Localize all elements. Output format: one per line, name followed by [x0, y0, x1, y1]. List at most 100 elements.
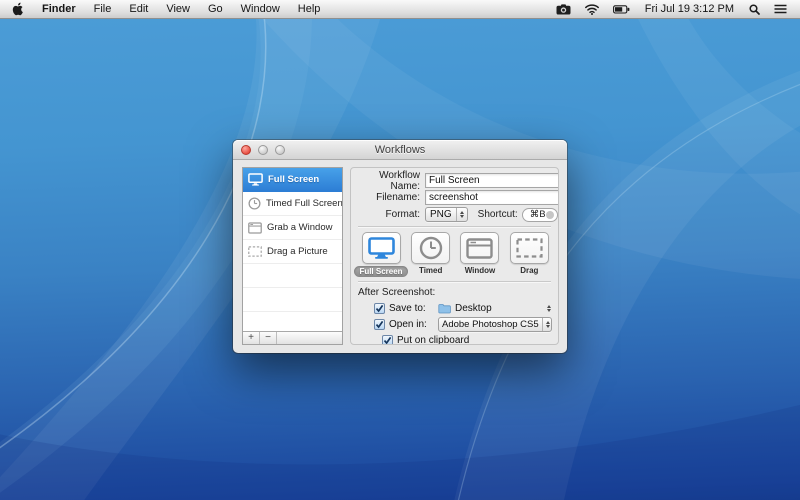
popup-stepper-icon	[547, 305, 551, 312]
menu-item-finder[interactable]: Finder	[33, 0, 85, 18]
search-icon	[749, 4, 760, 15]
list-item-label: Timed Full Screen	[266, 198, 342, 209]
list-item-label: Grab a Window	[267, 222, 332, 233]
wifi-icon	[585, 4, 599, 15]
menu-item-go[interactable]: Go	[199, 0, 232, 18]
popup-stepper-icon	[456, 208, 467, 221]
mode-timed[interactable]: Timed	[409, 232, 452, 277]
workflows-window: Workflows Full Screen	[233, 140, 567, 353]
apple-logo-icon	[12, 2, 24, 16]
mode-label: Timed	[419, 266, 442, 275]
menu-bar: Finder File Edit View Go Window Help	[0, 0, 800, 19]
shortcut-field[interactable]: ⌘B	[522, 208, 558, 222]
save-to-value: Desktop	[455, 303, 492, 314]
mode-drag-button[interactable]	[510, 232, 549, 264]
save-to-group: Save to:	[374, 303, 434, 314]
mode-window-button[interactable]	[460, 232, 499, 264]
menu-item-edit[interactable]: Edit	[120, 0, 157, 18]
clock-icon	[248, 197, 261, 210]
workflow-name-input[interactable]	[425, 173, 559, 188]
workflow-detail-panel: Workflow Name: Filename: Format: PNG	[350, 167, 559, 345]
camera-icon	[556, 4, 571, 15]
filename-row: Filename:	[358, 190, 551, 205]
workflow-name-label: Workflow Name:	[358, 170, 420, 192]
menu-bar-clock[interactable]: Fri Jul 19 3:12 PM	[637, 3, 742, 15]
save-to-label: Save to:	[389, 303, 426, 314]
save-to-row: Save to: Desktop	[374, 301, 551, 315]
list-item-timed-full-screen[interactable]: Timed Full Screen	[243, 192, 342, 216]
mode-full-screen[interactable]: Full Screen	[359, 232, 403, 277]
checkmark-icon	[375, 304, 384, 313]
window-icon	[248, 222, 262, 234]
format-value: PNG	[426, 209, 456, 220]
minimize-button[interactable]	[258, 145, 268, 155]
workflow-name-row: Workflow Name:	[358, 173, 551, 188]
list-item-grab-a-window[interactable]: Grab a Window	[243, 216, 342, 240]
list-item-label: Drag a Picture	[267, 246, 328, 257]
format-label: Format:	[358, 209, 420, 220]
checkmark-icon	[375, 320, 384, 329]
list-footer: + −	[243, 331, 342, 344]
apple-menu[interactable]	[0, 0, 33, 18]
mode-label: Window	[465, 266, 496, 275]
list-item-label: Full Screen	[268, 174, 319, 185]
list-item-drag-a-picture[interactable]: Drag a Picture	[243, 240, 342, 264]
window-icon	[466, 238, 493, 259]
drag-selection-icon	[516, 238, 543, 258]
window-title: Workflows	[375, 144, 426, 156]
mode-drag[interactable]: Drag	[508, 232, 551, 277]
checkmark-icon	[383, 336, 392, 345]
menu-bar-left: Finder File Edit View Go Window Help	[0, 0, 329, 18]
battery-icon	[613, 5, 630, 14]
mode-window[interactable]: Window	[458, 232, 501, 277]
camera-menu-extra[interactable]	[549, 0, 578, 18]
add-workflow-button[interactable]: +	[243, 332, 260, 344]
title-bar[interactable]: Workflows	[233, 140, 567, 160]
format-shortcut-row: Format: PNG Shortcut: ⌘B	[358, 207, 551, 222]
open-in-group: Open in:	[374, 319, 434, 330]
list-item-empty	[243, 288, 342, 312]
menu-item-file[interactable]: File	[85, 0, 121, 18]
open-in-value: Adobe Photoshop CS5	[439, 319, 542, 330]
mode-full-screen-button[interactable]	[362, 232, 401, 264]
menu-item-window[interactable]: Window	[232, 0, 289, 18]
zoom-button[interactable]	[275, 145, 285, 155]
drag-selection-icon	[248, 246, 262, 257]
open-in-checkbox[interactable]	[374, 319, 385, 330]
capture-mode-buttons: Full Screen Timed	[358, 232, 551, 277]
wifi-menu-extra[interactable]	[578, 0, 606, 18]
clipboard-label: Put on clipboard	[397, 335, 469, 346]
mode-timed-button[interactable]	[411, 232, 450, 264]
close-button[interactable]	[241, 145, 251, 155]
clear-shortcut-icon[interactable]	[546, 211, 554, 219]
workflow-list: Full Screen Timed Full Screen	[242, 167, 343, 345]
save-to-popup[interactable]: Desktop	[438, 303, 551, 314]
open-in-row: Open in: Adobe Photoshop CS5	[374, 317, 551, 331]
clipboard-row: Put on clipboard	[382, 333, 551, 345]
workflow-rows: Full Screen Timed Full Screen	[243, 168, 342, 331]
spotlight-menu-extra[interactable]	[742, 0, 767, 18]
remove-workflow-button[interactable]: −	[260, 332, 277, 344]
menu-item-help[interactable]: Help	[289, 0, 330, 18]
notification-center-menu-extra[interactable]	[767, 0, 794, 18]
menu-bar-status-area: Fri Jul 19 3:12 PM	[549, 0, 800, 18]
display-icon	[368, 237, 395, 259]
after-screenshot-title: After Screenshot:	[358, 287, 551, 298]
list-item-full-screen[interactable]: Full Screen	[243, 168, 342, 192]
clipboard-checkbox[interactable]	[382, 335, 393, 346]
mode-label: Drag	[520, 266, 538, 275]
filename-input[interactable]	[425, 190, 559, 205]
save-to-checkbox[interactable]	[374, 303, 385, 314]
shortcut-value: ⌘B	[530, 209, 546, 220]
traffic-lights	[241, 145, 285, 155]
filename-label: Filename:	[358, 192, 420, 203]
folder-icon	[438, 303, 451, 314]
display-icon	[248, 173, 263, 186]
open-in-popup[interactable]: Adobe Photoshop CS5	[438, 317, 552, 332]
list-item-empty	[243, 264, 342, 288]
separator	[358, 226, 551, 228]
format-popup[interactable]: PNG	[425, 207, 468, 222]
separator	[358, 281, 551, 283]
battery-menu-extra[interactable]	[606, 0, 637, 18]
menu-item-view[interactable]: View	[157, 0, 199, 18]
